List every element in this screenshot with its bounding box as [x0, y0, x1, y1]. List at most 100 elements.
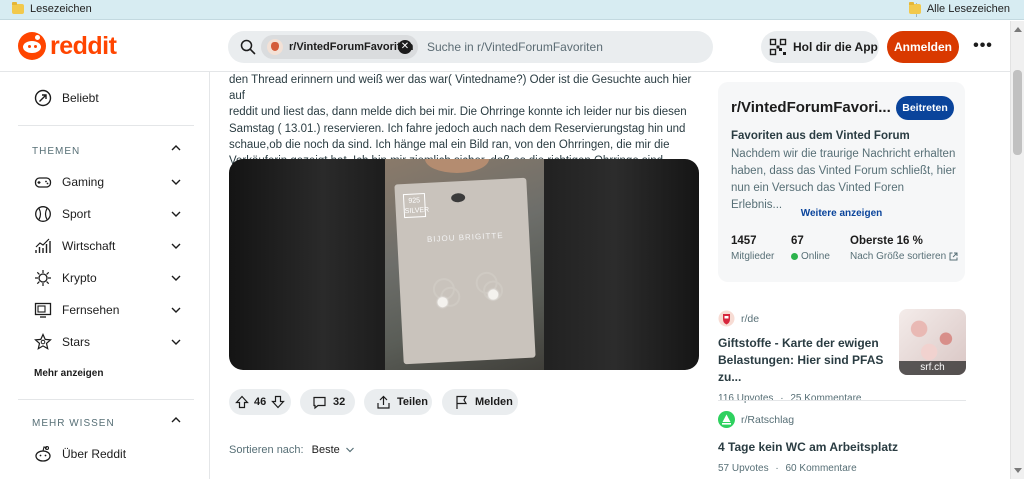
reddit-alien-icon: [35, 445, 51, 462]
members-stat: 1457 Mitglieder: [731, 235, 774, 262]
qr-code-icon: [769, 38, 787, 56]
rank-label: Nach Größe sortieren: [850, 251, 947, 262]
scrollbar-thumb[interactable]: [1013, 70, 1022, 155]
sidebar-item-label: Beliebt: [62, 91, 99, 105]
themes-heading: THEMEN: [32, 146, 81, 157]
all-bookmarks-label: Alle Lesezeichen: [926, 3, 1010, 15]
show-more-topics-button[interactable]: Mehr anzeigen: [34, 368, 103, 379]
get-app-label: Hol dir die App: [793, 40, 878, 54]
sidebar-item-gaming[interactable]: Gaming: [34, 173, 104, 191]
comment-count: 32: [333, 396, 346, 408]
related-title: Giftstoffe - Karte der ewigen: [718, 336, 879, 350]
community-subtitle: Favoriten aus dem Vinted Forum: [731, 130, 910, 142]
scroll-up-arrow-icon[interactable]: [1014, 27, 1022, 32]
chevron-up-icon[interactable]: [170, 142, 182, 157]
chevron-up-icon[interactable]: [170, 414, 182, 429]
search-community-chip[interactable]: r/VintedForumFavoriten ✕: [261, 35, 418, 59]
related-comments: 25 Kommentare: [790, 393, 862, 404]
sidebar-item-tv[interactable]: Fernsehen: [34, 301, 119, 319]
flag-icon: [456, 395, 468, 409]
earrings-photo: 925 SILVER BIJOU BRIGITTE: [385, 159, 544, 370]
related-subreddit: r/Ratschlag: [741, 413, 795, 426]
sidebar-item-stars[interactable]: Stars: [34, 333, 90, 351]
online-count: 67: [791, 235, 804, 247]
sidebar-item-label: Sport: [62, 207, 91, 221]
post-text-line: schaue,ob die noch da sind. Ich hänge ma…: [229, 138, 670, 151]
external-link-icon: [949, 252, 958, 261]
clear-chip-icon[interactable]: ✕: [398, 40, 412, 54]
login-button[interactable]: Anmelden: [887, 31, 959, 63]
post-text-line: den Thread erinnern und weiß wer das war…: [229, 74, 692, 103]
chevron-down-icon: [345, 447, 354, 453]
community-description: Nachdem wir die traurige Nachricht erhal…: [731, 148, 956, 211]
get-app-button[interactable]: Hol dir die App: [761, 31, 879, 63]
sidebar-item-label: Wirtschaft: [62, 239, 116, 253]
related-title: 4 Tage kein WC am Arbeitsplatz: [718, 440, 899, 454]
bookmarks-folder[interactable]: Lesezeichen: [12, 2, 92, 15]
comment-sort: Sortieren nach: Beste: [229, 444, 355, 456]
more-knowledge-heading: MEHR WISSEN: [32, 418, 115, 429]
share-label: Teilen: [397, 396, 428, 408]
rank-stat[interactable]: Oberste 16 % Nach Größe sortieren: [850, 235, 958, 262]
logo-text: reddit: [50, 32, 117, 60]
members-count: 1457: [731, 235, 757, 247]
sidebar-item-label: Gaming: [62, 175, 105, 189]
crypto-icon: [35, 270, 51, 286]
online-dot-icon: [791, 253, 798, 260]
chart-icon: [35, 238, 51, 253]
chevron-down-icon[interactable]: [170, 336, 182, 351]
divider: [718, 400, 966, 401]
more-options-icon[interactable]: •••: [968, 31, 998, 63]
subreddit-ratschlag-icon: [718, 411, 735, 428]
related-post[interactable]: r/de Giftstoffe - Karte der ewigen Belas…: [718, 310, 888, 404]
search-input[interactable]: Suche in r/VintedForumFavoriten: [427, 40, 603, 54]
sidebar-item-about-reddit[interactable]: Über Reddit: [34, 445, 126, 463]
trending-arrow-icon: [34, 89, 52, 107]
chevron-down-icon[interactable]: [170, 176, 182, 191]
scroll-down-arrow-icon[interactable]: [1014, 468, 1022, 473]
related-title: Belastungen: Hier sind PFAS zu...: [718, 353, 884, 384]
sidebar-item-label: Krypto: [62, 271, 97, 285]
community-name[interactable]: r/VintedForumFavori...: [731, 99, 891, 116]
related-thumbnail[interactable]: srf.ch: [899, 309, 966, 375]
silver-mark: 925 SILVER: [402, 192, 429, 219]
upvote-icon[interactable]: [235, 395, 249, 409]
online-label: Online: [801, 251, 830, 262]
report-label: Melden: [475, 396, 513, 408]
post-text-line: Samstag ( 13.01.) reservieren. Ich fahre…: [229, 122, 686, 135]
comments-button[interactable]: 32: [300, 389, 355, 415]
sort-dropdown[interactable]: Beste: [312, 444, 355, 456]
show-more-button[interactable]: Weitere anzeigen: [718, 208, 965, 219]
related-post[interactable]: r/Ratschlag 4 Tage kein WC am Arbeitspla…: [718, 411, 958, 474]
sidebar-item-popular[interactable]: Beliebt: [34, 89, 99, 107]
chevron-down-icon[interactable]: [170, 304, 182, 319]
online-stat: 67 Online: [791, 235, 830, 262]
chevron-down-icon[interactable]: [170, 240, 182, 255]
top-header: reddit r/VintedForumFavoriten ✕ Suche in…: [0, 21, 1010, 72]
sidebar-item-crypto[interactable]: Krypto: [34, 269, 97, 287]
page-scrollbar[interactable]: [1010, 21, 1024, 479]
reddit-logo[interactable]: reddit: [18, 32, 117, 60]
sidebar-item-sport[interactable]: Sport: [34, 205, 91, 223]
sidebar-item-label: Über Reddit: [62, 447, 127, 461]
search-bar[interactable]: r/VintedForumFavoriten ✕ Suche in r/Vint…: [228, 31, 713, 63]
ball-icon: [35, 206, 51, 222]
community-info-card: r/VintedForumFavori... Beitreten Favorit…: [718, 82, 965, 282]
join-button[interactable]: Beitreten: [896, 96, 954, 120]
vote-bar: 46: [229, 389, 291, 415]
sidebar-item-economy[interactable]: Wirtschaft: [34, 237, 115, 255]
share-button[interactable]: Teilen: [364, 389, 432, 415]
chevron-down-icon[interactable]: [170, 208, 182, 223]
search-chip-label: r/VintedForumFavoriten: [289, 41, 414, 53]
left-sidebar: Beliebt THEMEN Gaming Sport Wirtschaft K…: [0, 72, 210, 479]
post-image[interactable]: 925 SILVER BIJOU BRIGITTE: [229, 159, 699, 370]
chevron-down-icon[interactable]: [170, 272, 182, 287]
all-bookmarks-folder[interactable]: Alle Lesezeichen: [908, 2, 1010, 15]
brand-print: BIJOU BRIGITTE: [426, 230, 504, 244]
report-button[interactable]: Melden: [442, 389, 518, 415]
related-subreddit: r/de: [741, 312, 760, 325]
thumbnail-source: srf.ch: [899, 361, 966, 375]
sidebar-item-label: Stars: [62, 335, 91, 349]
sidebar-item-label: Fernsehen: [62, 303, 120, 317]
downvote-icon[interactable]: [271, 395, 286, 409]
